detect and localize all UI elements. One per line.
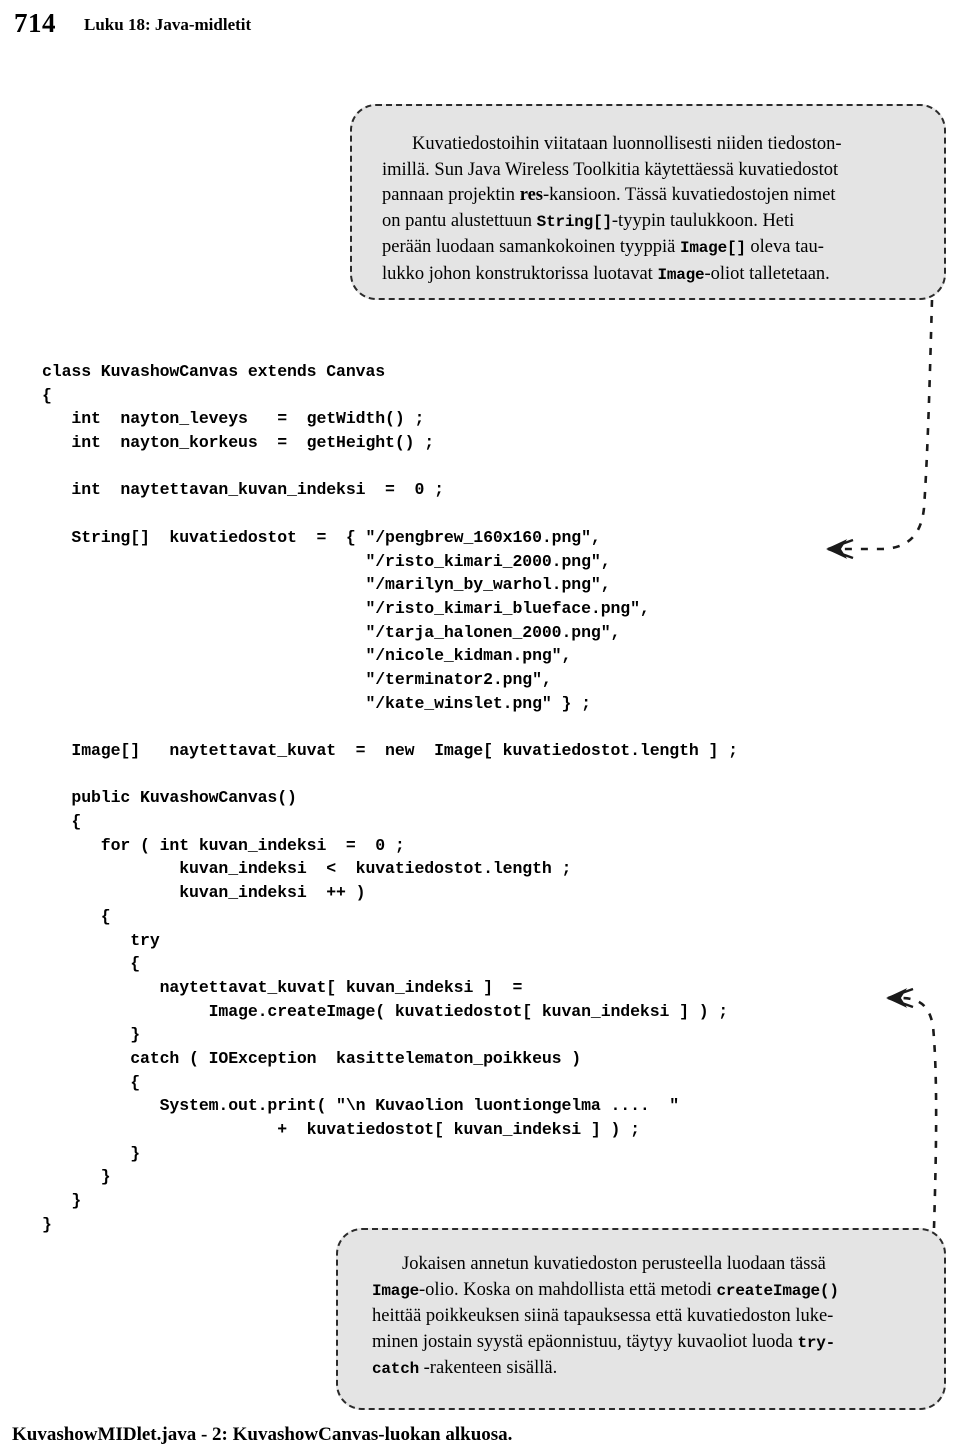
- code-line: String[] kuvatiedostot = { "/pengbrew_16…: [42, 527, 601, 547]
- code-listing: class KuvashowCanvas extends Canvas { int…: [42, 360, 912, 1236]
- inline-code-string-array: String[]: [536, 212, 612, 231]
- code-line: }: [42, 1167, 111, 1187]
- code-line: {: [42, 385, 52, 405]
- code-line: catch ( IOException kasittelematon_poikk…: [42, 1048, 582, 1068]
- code-line: int naytettavan_kuvan_indeksi = 0 ;: [42, 480, 444, 500]
- callout-bottom-line-4: minen jostain syystä epäonnistuu, täytyy…: [372, 1330, 920, 1357]
- callout-top-text-6b: -oliot talletetaan.: [704, 263, 830, 284]
- callout-bottom-line-3: heittää poikkeuksen siinä tapauksessa et…: [372, 1304, 920, 1330]
- code-line: Image[] naytettavat_kuvat = new Image[ k…: [42, 741, 738, 760]
- callout-top-text-6a: lukko johon konstruktorissa luotavat: [382, 263, 658, 284]
- inline-code-image: Image: [657, 265, 705, 284]
- code-line: }: [42, 1143, 141, 1163]
- code-line: "/kate_winslet.png" } ;: [42, 693, 591, 713]
- code-line: "/terminator2.png",: [42, 669, 552, 689]
- code-line: {: [42, 812, 82, 832]
- inline-code-image-bottom: Image: [372, 1281, 420, 1300]
- callout-box-bottom: Jokaisen annetun kuvatiedoston perusteel…: [336, 1228, 946, 1410]
- code-line: int nayton_leveys = getWidth() ;: [42, 409, 425, 429]
- callout-top-line-2: imillä. Sun Java Wireless Toolkitia käyt…: [382, 158, 918, 184]
- code-line: public KuvashowCanvas(): [42, 788, 297, 808]
- callout-top-text-3b: -kansioon. Tässä kuvatiedostojen nimet: [542, 185, 836, 205]
- chapter-title: Luku 18: Java-midletit: [84, 15, 252, 34]
- callout-top-text-4a: on pantu alustettuun: [382, 210, 537, 231]
- callout-top-line-6: lukko johon konstruktorissa luotavat Ima…: [382, 262, 918, 289]
- code-line: for ( int kuvan_indeksi = 0 ;: [42, 835, 405, 855]
- callout-bottom-line-2: Image-olio. Koska on mahdollista että me…: [372, 1278, 920, 1305]
- code-line: }: [42, 1025, 141, 1045]
- callout-bottom-text-2a: -olio. Koska on mahdollista että metodi: [419, 1279, 717, 1300]
- code-line: {: [42, 906, 111, 926]
- callout-bottom-text-1: Jokaisen annetun kuvatiedoston perusteel…: [402, 1254, 826, 1274]
- code-line: kuvan_indeksi < kuvatiedostot.length ;: [42, 859, 572, 879]
- callout-bottom-text-3: heittää poikkeuksen siinä tapauksessa et…: [372, 1306, 834, 1326]
- code-line: "/nicole_kidman.png",: [42, 646, 572, 666]
- callout-top-line-5: perään luodaan samankokoinen tyyppiä Ima…: [382, 235, 918, 262]
- callout-top-line-1: Kuvatiedostoihin viitataan luonnollisest…: [382, 132, 918, 158]
- callout-top-text-3a: pannaan projektin: [382, 185, 520, 205]
- callout-bottom-line-5: catch -rakenteen sisällä.: [372, 1356, 920, 1383]
- code-line: }: [42, 1191, 82, 1211]
- callout-top-text-5a: perään luodaan samankokoinen tyyppiä: [382, 237, 680, 257]
- callout-box-top: Kuvatiedostoihin viitataan luonnollisest…: [350, 104, 946, 300]
- inline-code-res: res: [519, 185, 543, 205]
- code-line: "/tarja_halonen_2000.png",: [42, 622, 621, 642]
- code-line: Image.createImage( kuvatiedostot[ kuvan_…: [42, 1001, 729, 1021]
- inline-code-image-array: Image[]: [679, 239, 746, 257]
- callout-bottom-line-1: Jokaisen annetun kuvatiedoston perusteel…: [372, 1252, 920, 1278]
- callout-top-text-2: imillä. Sun Java Wireless Toolkitia käyt…: [382, 159, 839, 180]
- inline-code-createimage: createImage(): [716, 1281, 839, 1300]
- callout-bottom-text-4a: minen jostain syystä epäonnistuu, täytyy…: [372, 1331, 798, 1352]
- inline-code-try: try-: [797, 1333, 836, 1352]
- code-line: "/risto_kimari_2000.png",: [42, 551, 611, 571]
- page-header: 714 Luku 18: Java-midletit: [0, 8, 960, 48]
- code-line: kuvan_indeksi ++ ): [42, 883, 366, 903]
- inline-code-catch: catch: [372, 1360, 420, 1378]
- page-number: 714: [14, 8, 56, 38]
- code-line: {: [42, 1072, 141, 1092]
- code-line: "/risto_kimari_blueface.png",: [42, 598, 650, 618]
- callout-top-text-4b: -tyypin taulukkoon. Heti: [611, 210, 795, 231]
- callout-top-text-5b: oleva tau-: [745, 237, 824, 257]
- code-line: System.out.print( "\n Kuvaolion luontion…: [42, 1096, 680, 1116]
- code-line: "/marilyn_by_warhol.png",: [42, 575, 611, 595]
- code-line: + kuvatiedostot[ kuvan_indeksi ] ) ;: [42, 1120, 640, 1139]
- code-line: naytettavat_kuvat[ kuvan_indeksi ] =: [42, 977, 523, 997]
- figure-caption: KuvashowMIDlet.java - 2: KuvashowCanvas-…: [12, 1424, 513, 1445]
- code-line: class KuvashowCanvas extends Canvas: [42, 362, 386, 381]
- callout-top-line-3: pannaan projektin res-kansioon. Tässä ku…: [382, 183, 918, 209]
- code-line: {: [42, 954, 141, 974]
- callout-top-line-4: on pantu alustettuun String[]-tyypin tau…: [382, 209, 918, 236]
- code-line: int nayton_korkeus = getHeight() ;: [42, 433, 435, 453]
- callout-top-text-1: Kuvatiedostoihin viitataan luonnollisest…: [412, 134, 842, 154]
- code-line: try: [42, 930, 160, 950]
- callout-bottom-text-5a: -rakenteen sisällä.: [419, 1358, 558, 1378]
